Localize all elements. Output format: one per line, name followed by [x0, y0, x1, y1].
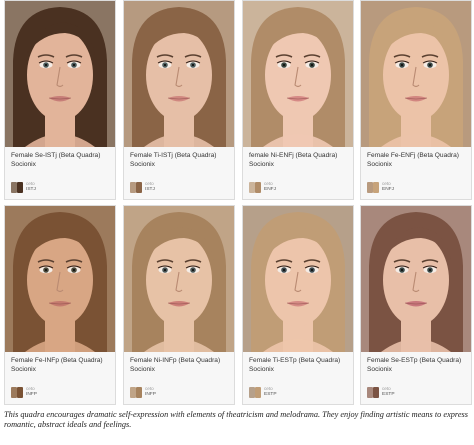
type-tag[interactable]: ISTJ: [145, 187, 155, 193]
face-photo[interactable]: [5, 1, 115, 147]
type-tag[interactable]: ENFJ: [382, 187, 394, 193]
card-title[interactable]: Female Se-ESTp (Beta Quadra) Socionix: [367, 357, 469, 374]
board-thumbnail[interactable]: [373, 387, 379, 398]
card-title[interactable]: Female Ti-ISTj (Beta Quadra) Socionix: [130, 152, 232, 169]
profile-card[interactable]: Female Fe-INFp (Beta Quadra) Socionix cet…: [4, 205, 116, 405]
card-meta: ceto ISTJ: [130, 181, 230, 195]
board-thumbnail[interactable]: [255, 387, 261, 398]
board-thumbnail[interactable]: [373, 182, 379, 193]
type-tag[interactable]: ESTP: [382, 392, 395, 398]
type-tag[interactable]: INFP: [26, 392, 37, 398]
face-photo[interactable]: [243, 1, 353, 147]
type-tag[interactable]: ISTJ: [26, 187, 36, 193]
card-grid: Female Se-ISTj (Beta Quadra) Socionix cet…: [0, 0, 474, 408]
card-meta: ceto ENFJ: [249, 181, 349, 195]
card-title[interactable]: Female Fe-INFp (Beta Quadra) Socionix: [11, 357, 113, 374]
face-photo[interactable]: [124, 1, 234, 147]
card-meta: ceto ENFJ: [367, 181, 467, 195]
board-thumbnail[interactable]: [17, 387, 23, 398]
face-photo[interactable]: [5, 206, 115, 352]
card-title[interactable]: Female Ti-ESTp (Beta Quadra) Socionix: [249, 357, 351, 374]
profile-card[interactable]: Female Ni-INFp (Beta Quadra) Socionix cet…: [123, 205, 235, 405]
face-photo[interactable]: [361, 206, 471, 352]
board-thumbnail[interactable]: [17, 182, 23, 193]
card-title[interactable]: Female Se-ISTj (Beta Quadra) Socionix: [11, 152, 113, 169]
card-meta: ceto INFP: [11, 386, 111, 400]
card-meta: ceto INFP: [130, 386, 230, 400]
board-thumbnail[interactable]: [136, 387, 142, 398]
profile-card[interactable]: Female Ti-ESTp (Beta Quadra) Socionix cet…: [242, 205, 354, 405]
caption-text: This quadra encourages dramatic self-exp…: [4, 410, 468, 430]
card-meta: ceto ESTP: [367, 386, 467, 400]
face-photo[interactable]: [361, 1, 471, 147]
card-title[interactable]: female Ni-ENFj (Beta Quadra) Socionix: [249, 152, 351, 169]
face-photo[interactable]: [124, 206, 234, 352]
profile-card[interactable]: Female Se-ISTj (Beta Quadra) Socionix cet…: [4, 0, 116, 200]
board-thumbnail[interactable]: [136, 182, 142, 193]
profile-card[interactable]: Female Se-ESTp (Beta Quadra) Socionix cet…: [360, 205, 472, 405]
profile-card[interactable]: female Ni-ENFj (Beta Quadra) Socionix cet…: [242, 0, 354, 200]
card-title[interactable]: Female Fe-ENFj (Beta Quadra) Socionix: [367, 152, 469, 169]
type-tag[interactable]: ENFJ: [264, 187, 276, 193]
profile-card[interactable]: Female Fe-ENFj (Beta Quadra) Socionix cet…: [360, 0, 472, 200]
type-tag[interactable]: ESTP: [264, 392, 277, 398]
card-meta: ceto ESTP: [249, 386, 349, 400]
profile-card[interactable]: Female Ti-ISTj (Beta Quadra) Socionix cet…: [123, 0, 235, 200]
face-photo[interactable]: [243, 206, 353, 352]
type-tag[interactable]: INFP: [145, 392, 156, 398]
card-meta: ceto ISTJ: [11, 181, 111, 195]
card-title[interactable]: Female Ni-INFp (Beta Quadra) Socionix: [130, 357, 232, 374]
board-thumbnail[interactable]: [255, 182, 261, 193]
